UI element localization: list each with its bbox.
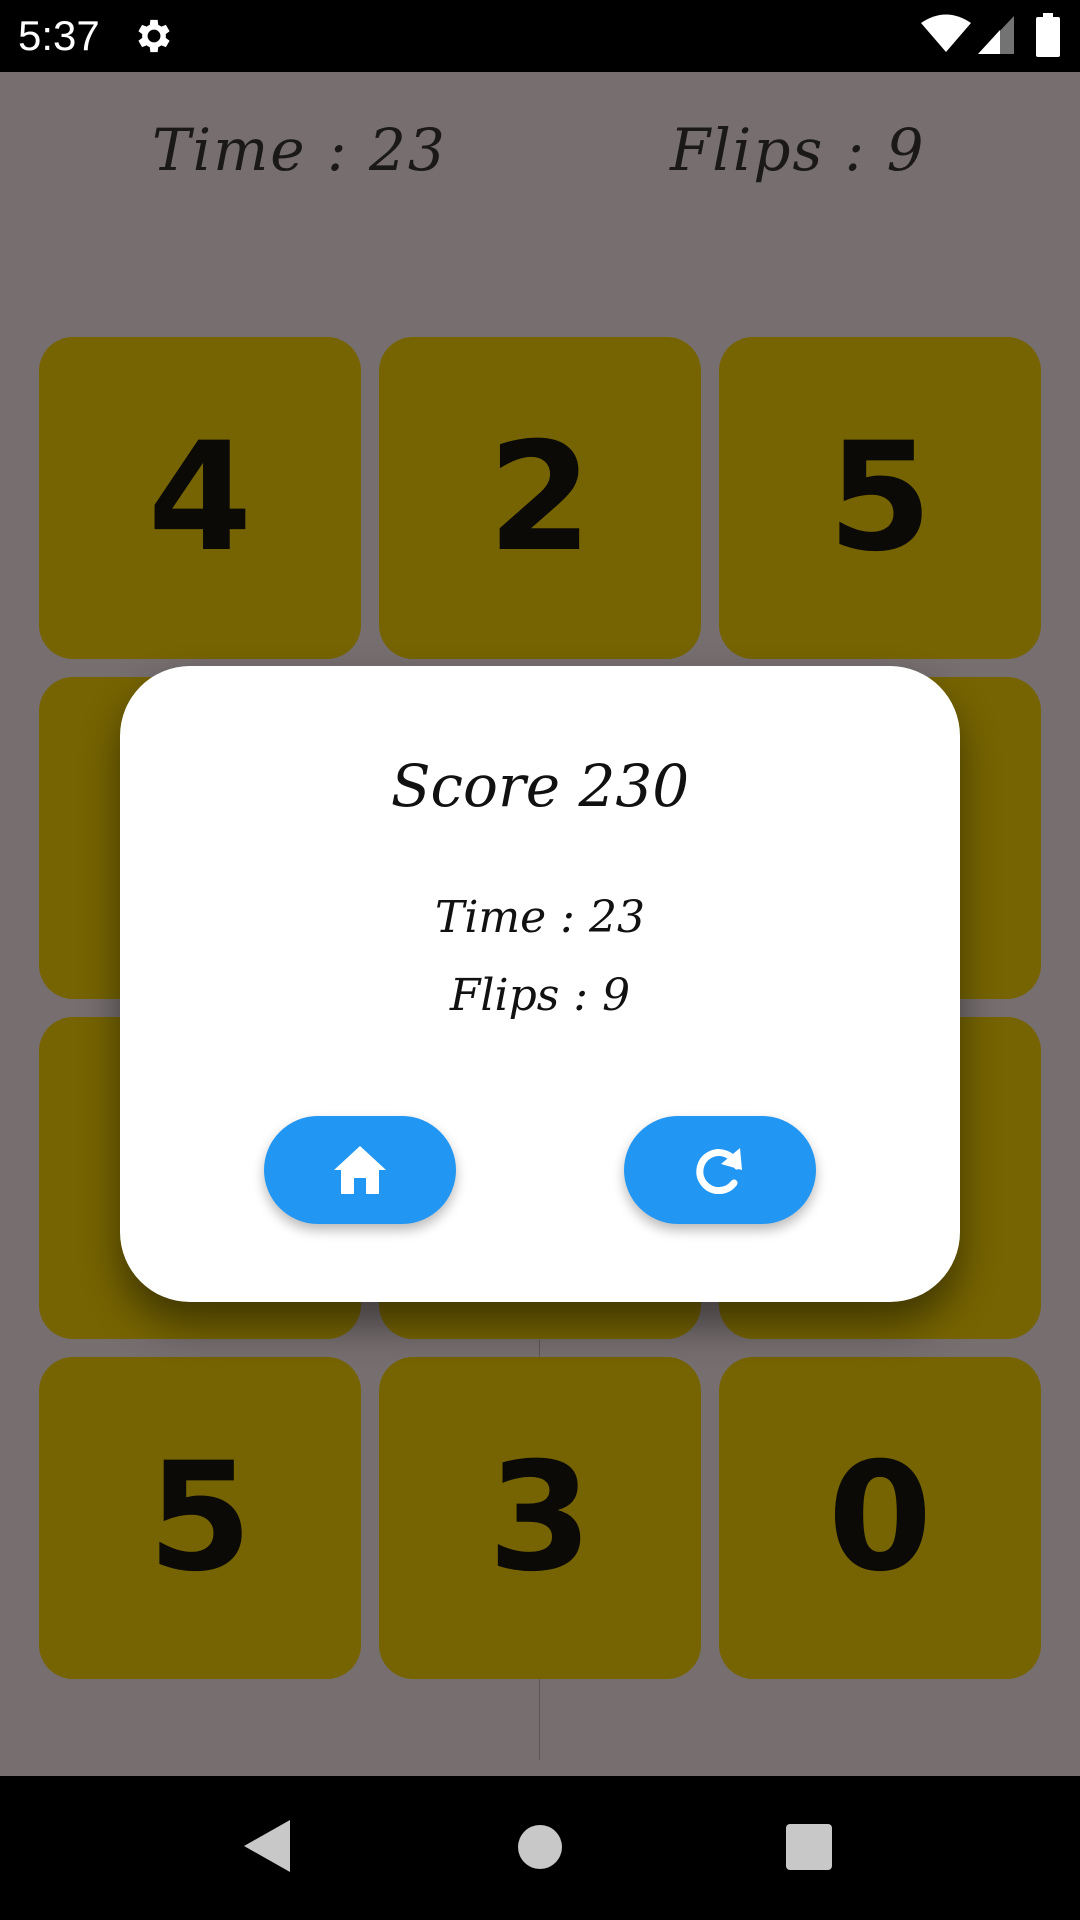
dialog-flips: Flips : 9 — [449, 970, 631, 1021]
card-number: 5 — [147, 1431, 253, 1605]
card-tile[interactable]: 2 — [379, 337, 701, 659]
card-tile[interactable]: 0 — [719, 1357, 1041, 1679]
wifi-icon — [921, 14, 971, 52]
hud-flips: Flips : 9 — [670, 116, 926, 184]
recents-icon[interactable] — [786, 1824, 832, 1870]
replay-button[interactable] — [624, 1116, 816, 1224]
hud-time: Time : 23 — [152, 116, 447, 184]
signal-icon — [978, 16, 1014, 54]
score-dialog: Score 230 Time : 23 Flips : 9 — [120, 666, 960, 1302]
navigation-bar — [0, 1776, 1080, 1920]
card-tile[interactable]: 5 — [719, 337, 1041, 659]
battery-icon — [1036, 13, 1060, 57]
home-circle-icon[interactable] — [518, 1825, 562, 1869]
card-number: 0 — [827, 1431, 933, 1605]
card-number: 5 — [827, 411, 933, 585]
status-bar: 5:37 — [0, 0, 1080, 72]
card-number: 4 — [147, 411, 253, 585]
back-icon[interactable] — [244, 1820, 290, 1872]
card-tile[interactable]: 5 — [39, 1357, 361, 1679]
status-time: 5:37 — [18, 12, 100, 59]
score-title: Score 230 — [390, 752, 690, 820]
card-number: 3 — [487, 1431, 593, 1605]
dialog-time: Time : 23 — [435, 892, 645, 943]
card-tile[interactable]: 3 — [379, 1357, 701, 1679]
card-tile[interactable]: 4 — [39, 337, 361, 659]
home-button[interactable] — [264, 1116, 456, 1224]
home-icon — [334, 1146, 386, 1194]
gear-icon — [138, 19, 170, 53]
replay-icon — [696, 1148, 742, 1195]
card-number: 2 — [487, 411, 593, 585]
